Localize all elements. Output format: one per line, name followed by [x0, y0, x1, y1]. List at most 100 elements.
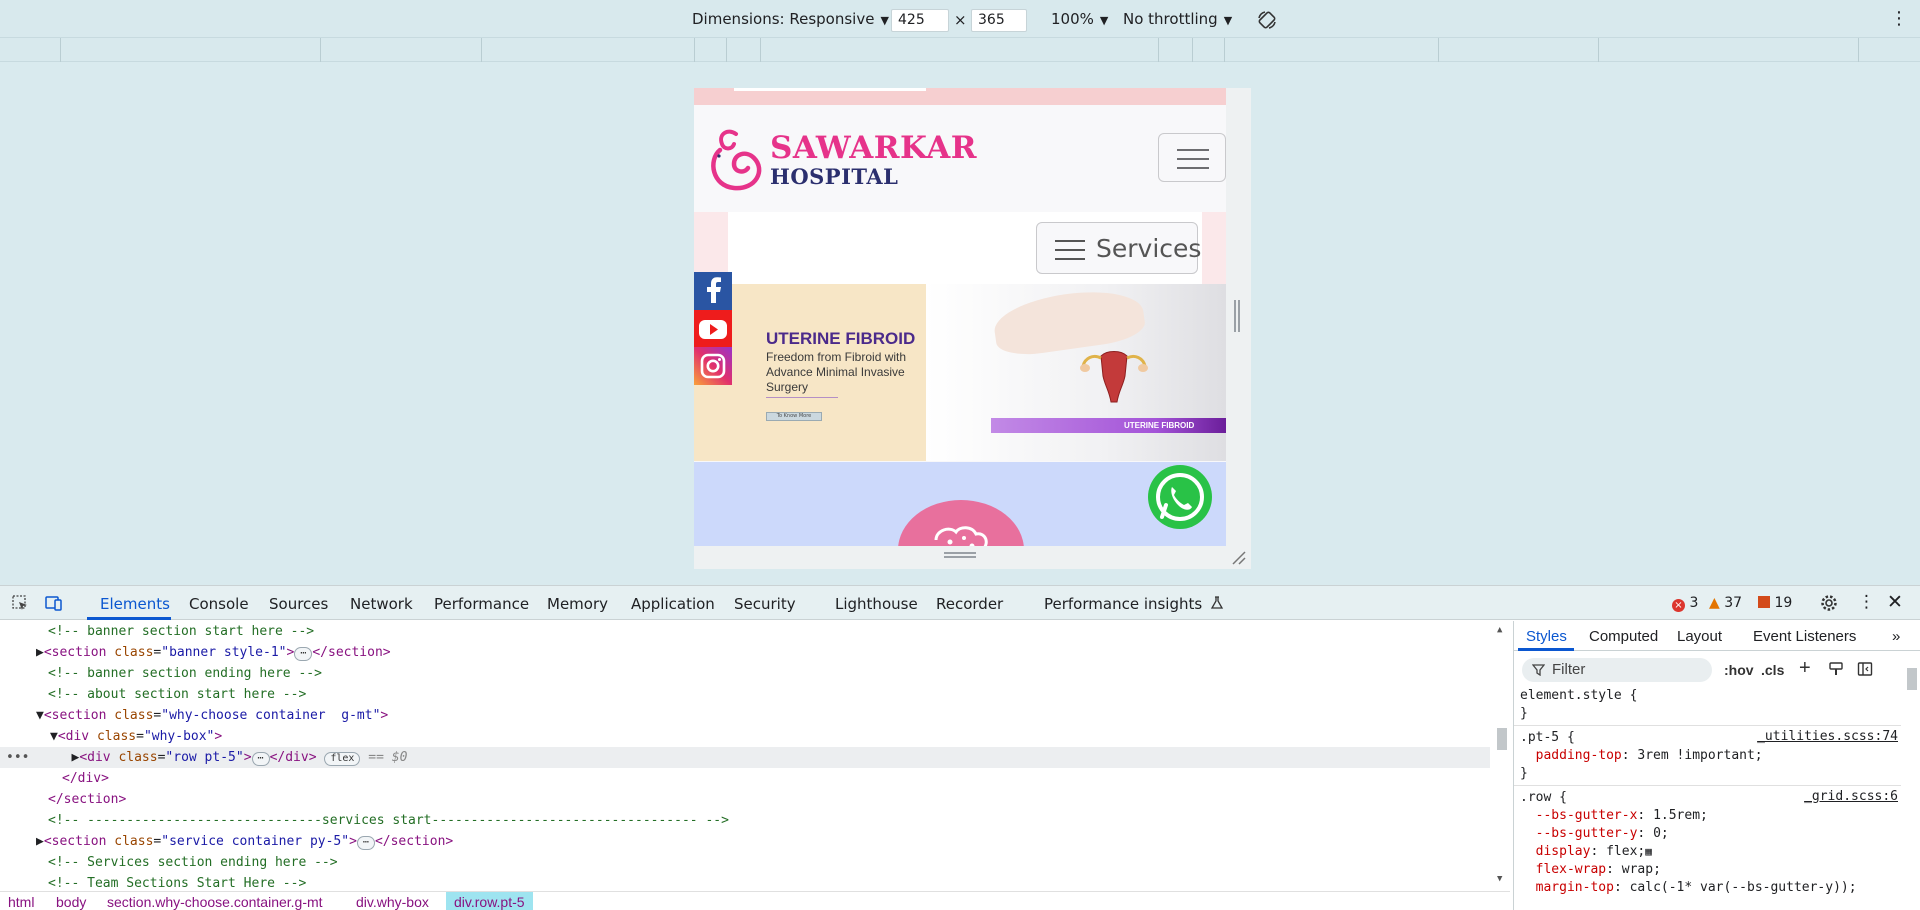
dom-line[interactable]: ▶<section class="service container py-5"…: [0, 831, 1490, 852]
dom-line[interactable]: ▼<div class="why-box">: [0, 726, 1490, 747]
tab-layout[interactable]: Layout: [1677, 628, 1722, 645]
error-count[interactable]: × 3: [1672, 595, 1698, 612]
services-button[interactable]: Services: [1036, 222, 1201, 274]
chevron-down-icon: ▼: [1099, 14, 1109, 27]
tab-computed[interactable]: Computed: [1589, 628, 1658, 645]
ellipsis-icon: ⋯: [294, 647, 313, 661]
dom-line[interactable]: <!-- ------------------------------servi…: [0, 810, 1490, 831]
logo-text-line2: HOSPITAL: [770, 164, 899, 189]
site-logo[interactable]: SAWARKAR HOSPITAL: [706, 126, 977, 196]
tab-styles[interactable]: Styles: [1526, 628, 1567, 645]
tab-security[interactable]: Security: [734, 595, 796, 613]
css-rule-row[interactable]: .row { --bs-gutter-x: 1.5rem; --bs-gutte…: [1520, 789, 1857, 897]
whatsapp-button[interactable]: [1148, 465, 1212, 529]
dom-line[interactable]: </div>: [0, 768, 1490, 789]
dom-line[interactable]: ▶<section class="banner style-1"> ⋯ </sect…: [0, 642, 1490, 663]
more-options-icon[interactable]: ⋮: [1890, 8, 1908, 29]
source-link[interactable]: _grid.scss:6: [1804, 789, 1898, 804]
elements-scrollbar[interactable]: ▲ ▼: [1494, 621, 1510, 886]
menu-icon: [1177, 149, 1209, 151]
know-more-button[interactable]: To Know More: [766, 412, 822, 421]
dom-line[interactable]: ▼<section class="why-choose container g-…: [0, 705, 1490, 726]
breadcrumb-item-selected[interactable]: div.row.pt-5: [446, 892, 533, 910]
breadcrumb-item[interactable]: body: [56, 894, 86, 910]
menu-toggle-button[interactable]: [1158, 133, 1226, 182]
width-input[interactable]: 425: [891, 9, 949, 32]
breadcrumb-item[interactable]: section.why-choose.container.g-mt: [107, 894, 323, 910]
facebook-icon: [707, 277, 721, 303]
expand-arrow-icon: ▶: [36, 645, 44, 660]
resize-corner-icon[interactable]: [1231, 550, 1247, 566]
tab-recorder[interactable]: Recorder: [936, 595, 1003, 613]
menu-icon: [1055, 237, 1085, 263]
tab-sources[interactable]: Sources: [269, 595, 328, 613]
add-rule-icon[interactable]: +: [1799, 657, 1811, 680]
filter-input[interactable]: Filter: [1522, 658, 1712, 682]
gear-icon[interactable]: [1820, 594, 1838, 612]
media-query-ruler[interactable]: [0, 38, 1920, 62]
toggle-sidebar-icon[interactable]: [1857, 661, 1873, 677]
tab-event-listeners[interactable]: Event Listeners: [1753, 628, 1856, 645]
hov-toggle[interactable]: :hov: [1724, 662, 1754, 678]
youtube-link[interactable]: [694, 310, 732, 348]
elements-tree[interactable]: <!-- banner section start here --> ▶<sec…: [0, 621, 1510, 910]
css-rule-element-style[interactable]: element.style { }: [1520, 687, 1637, 723]
rotate-icon[interactable]: [1256, 9, 1278, 31]
dimensions-label: Dimensions: Responsive: [692, 10, 875, 28]
height-input[interactable]: 365: [971, 9, 1027, 32]
expand-arrow-icon: ▶: [36, 834, 44, 849]
tab-application[interactable]: Application: [631, 595, 715, 613]
zoom-label: 100%: [1051, 10, 1094, 28]
logo-mark-icon: [711, 129, 762, 191]
breadcrumb: html body section.why-choose.container.g…: [0, 891, 1510, 910]
tab-performance[interactable]: Performance: [434, 595, 529, 613]
ellipsis-icon: ⋯: [251, 752, 270, 766]
tab-lighthouse[interactable]: Lighthouse: [835, 595, 918, 613]
hero-banner[interactable]: UTERINE FIBROID Freedom from Fibroid wit…: [694, 283, 1226, 461]
throttling-dropdown[interactable]: No throttling ▼: [1123, 10, 1232, 28]
dom-line[interactable]: <!-- Team Sections Start Here -->: [0, 873, 1490, 887]
more-options-icon[interactable]: ⋮: [1858, 592, 1876, 612]
more-tabs-icon[interactable]: »: [1892, 628, 1900, 645]
divider: [766, 397, 838, 398]
source-link[interactable]: _utilities.scss:74: [1757, 729, 1898, 744]
cls-toggle[interactable]: .cls: [1761, 662, 1784, 678]
resize-handle-right[interactable]: [1234, 300, 1240, 332]
scroll-up-icon: ▲: [1497, 625, 1503, 635]
breadcrumb-item[interactable]: div.why-box: [356, 894, 429, 910]
dimensions-dropdown[interactable]: Dimensions: Responsive ▼: [692, 10, 889, 28]
breadcrumb-item[interactable]: html: [8, 894, 34, 910]
dom-line[interactable]: </section>: [0, 789, 1490, 810]
tab-elements[interactable]: Elements: [100, 595, 170, 613]
paint-brush-icon[interactable]: [1828, 661, 1844, 677]
close-icon[interactable]: ✕: [1887, 591, 1905, 613]
devtools-panel: Elements Console Sources Network Perform…: [0, 585, 1920, 910]
device-toolbar: Dimensions: Responsive ▼ 425 × 365 100% ▼ …: [0, 0, 1920, 38]
tab-performance-insights[interactable]: Performance insights: [1044, 595, 1202, 613]
collapse-arrow-icon: ▼: [50, 729, 58, 744]
instagram-link[interactable]: [694, 347, 732, 385]
css-rule-pt5[interactable]: .pt-5 { padding-top: 3rem !important; }: [1520, 729, 1763, 783]
issues-count[interactable]: 19: [1758, 595, 1792, 611]
ellipsis-icon: ⋯: [356, 836, 375, 850]
filter-icon: [1532, 664, 1545, 676]
dom-line[interactable]: <!-- about section start here -->: [0, 684, 1490, 705]
tab-memory[interactable]: Memory: [547, 595, 608, 613]
resize-handle-bottom[interactable]: [944, 552, 976, 558]
device-toolbar-icon[interactable]: [45, 594, 63, 612]
banner-subtitle: Freedom from Fibroid with Advance Minima…: [766, 350, 907, 394]
tab-console[interactable]: Console: [189, 595, 249, 613]
banner-title: UTERINE FIBROID: [766, 329, 916, 348]
warning-count[interactable]: ▲ 37: [1709, 595, 1742, 611]
zoom-dropdown[interactable]: 100% ▼: [1051, 10, 1108, 28]
flex-badge: flex: [324, 752, 361, 766]
inspect-element-icon[interactable]: [11, 594, 29, 612]
tab-network[interactable]: Network: [350, 595, 413, 613]
dom-line[interactable]: <!-- Services section ending here -->: [0, 852, 1490, 873]
dom-line[interactable]: <!-- banner section start here -->: [0, 621, 1490, 642]
dom-line-selected[interactable]: ••• ▶<div class="row pt-5"> ⋯ </div> flex =…: [0, 747, 1490, 768]
facebook-link[interactable]: [694, 272, 732, 310]
more-icon: •••: [6, 750, 30, 765]
dom-line[interactable]: <!-- banner section ending here -->: [0, 663, 1490, 684]
styles-scrollbar[interactable]: [1904, 656, 1920, 910]
